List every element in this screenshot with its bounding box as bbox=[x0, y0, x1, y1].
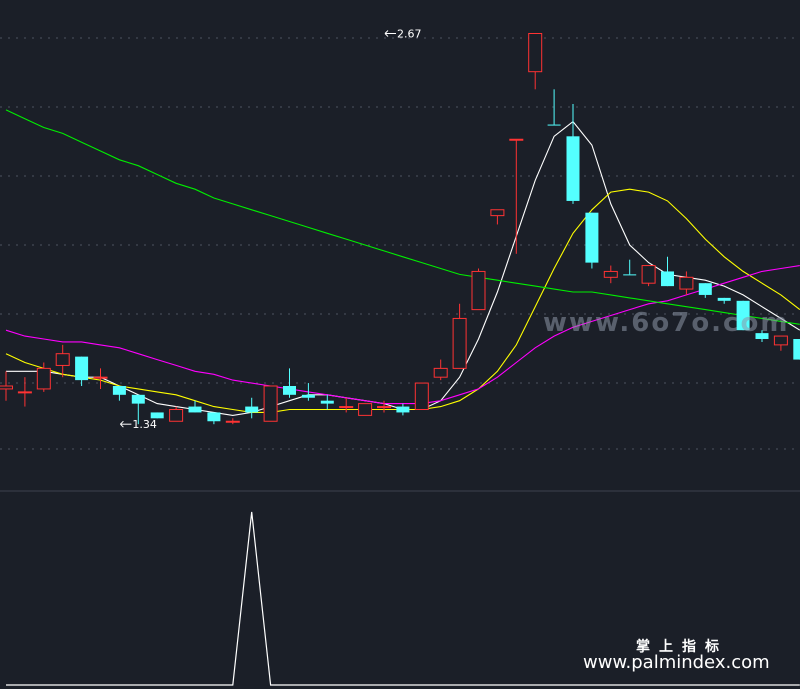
candle-body bbox=[698, 283, 712, 295]
candle bbox=[414, 382, 429, 410]
annotation-label: 2.67 bbox=[397, 28, 422, 41]
candle-body bbox=[717, 297, 731, 301]
candle bbox=[528, 33, 543, 90]
candle-body bbox=[283, 386, 296, 395]
price-annotation: 2.67 bbox=[384, 28, 422, 41]
center-watermark: www.6o7o.com bbox=[543, 308, 790, 338]
candle bbox=[207, 412, 221, 425]
candle-body bbox=[433, 367, 448, 378]
candlesticks bbox=[0, 33, 800, 425]
candle bbox=[339, 397, 354, 413]
candle bbox=[263, 385, 278, 422]
candle bbox=[471, 268, 486, 311]
candle-body bbox=[55, 353, 70, 366]
candle-body bbox=[358, 403, 373, 416]
candle bbox=[793, 339, 800, 360]
candle bbox=[283, 368, 296, 398]
candle bbox=[0, 371, 13, 401]
candle bbox=[245, 397, 259, 419]
candle bbox=[433, 359, 448, 381]
candle bbox=[169, 406, 184, 422]
moving-average-lines bbox=[5, 109, 800, 416]
candle-body bbox=[75, 356, 89, 381]
candle-body bbox=[547, 124, 561, 126]
bottom-watermark-url: www.palmindex.com bbox=[583, 652, 770, 673]
candle bbox=[585, 212, 599, 269]
candle-body bbox=[452, 317, 467, 369]
candle bbox=[301, 383, 315, 401]
candle bbox=[773, 335, 788, 351]
price-annotation: 1.34 bbox=[120, 418, 157, 431]
candle-body bbox=[263, 385, 278, 422]
candle bbox=[679, 271, 694, 295]
candle bbox=[452, 303, 467, 369]
candle bbox=[717, 297, 731, 304]
candle-body bbox=[793, 339, 800, 360]
price-annotations: 2.67 1.34 bbox=[120, 28, 422, 431]
candle-body bbox=[301, 394, 315, 398]
candle-body bbox=[225, 420, 240, 423]
candle-body bbox=[207, 412, 221, 422]
candle-body bbox=[509, 138, 524, 141]
candle-body bbox=[396, 406, 410, 413]
candle-body bbox=[679, 276, 694, 290]
candle-body bbox=[169, 409, 184, 422]
candle bbox=[320, 394, 334, 410]
stock-chart: 2.67 1.34 bbox=[0, 28, 800, 686]
candle-body bbox=[641, 265, 656, 284]
candle bbox=[641, 265, 656, 287]
candle-body bbox=[603, 270, 618, 278]
candle-body bbox=[377, 406, 391, 409]
candle bbox=[698, 283, 712, 298]
candle-body bbox=[131, 394, 145, 404]
candle bbox=[490, 209, 505, 225]
yellow-ma-line bbox=[5, 188, 800, 413]
candle-body bbox=[320, 400, 334, 404]
candle-body bbox=[17, 391, 32, 394]
white-ma-line bbox=[6, 120, 800, 416]
candle-body bbox=[490, 209, 505, 217]
candle bbox=[566, 104, 580, 204]
candle bbox=[623, 259, 637, 276]
candle bbox=[17, 377, 32, 407]
candle-body bbox=[528, 33, 543, 73]
candle-body bbox=[36, 367, 51, 390]
candle-body bbox=[93, 376, 108, 379]
candle-body bbox=[623, 274, 637, 276]
candle bbox=[509, 138, 524, 254]
green-ma-line bbox=[5, 109, 800, 325]
candle bbox=[93, 368, 108, 389]
candle bbox=[225, 418, 240, 425]
candle-body bbox=[414, 382, 429, 410]
candle-body bbox=[339, 406, 354, 409]
candle-body bbox=[566, 136, 580, 201]
candle bbox=[603, 265, 618, 284]
candle bbox=[547, 89, 561, 126]
candle bbox=[112, 386, 126, 401]
candle-body bbox=[585, 212, 599, 263]
annotation-label: 1.34 bbox=[132, 418, 157, 431]
candle-body bbox=[661, 271, 674, 287]
candle-body bbox=[112, 386, 126, 395]
candle bbox=[75, 356, 89, 386]
candle bbox=[661, 256, 674, 287]
candle-body bbox=[188, 406, 202, 413]
candle bbox=[396, 403, 410, 416]
candle-body bbox=[0, 385, 13, 390]
candle-body bbox=[471, 270, 486, 311]
candle-body bbox=[245, 406, 259, 413]
candle bbox=[358, 403, 373, 416]
